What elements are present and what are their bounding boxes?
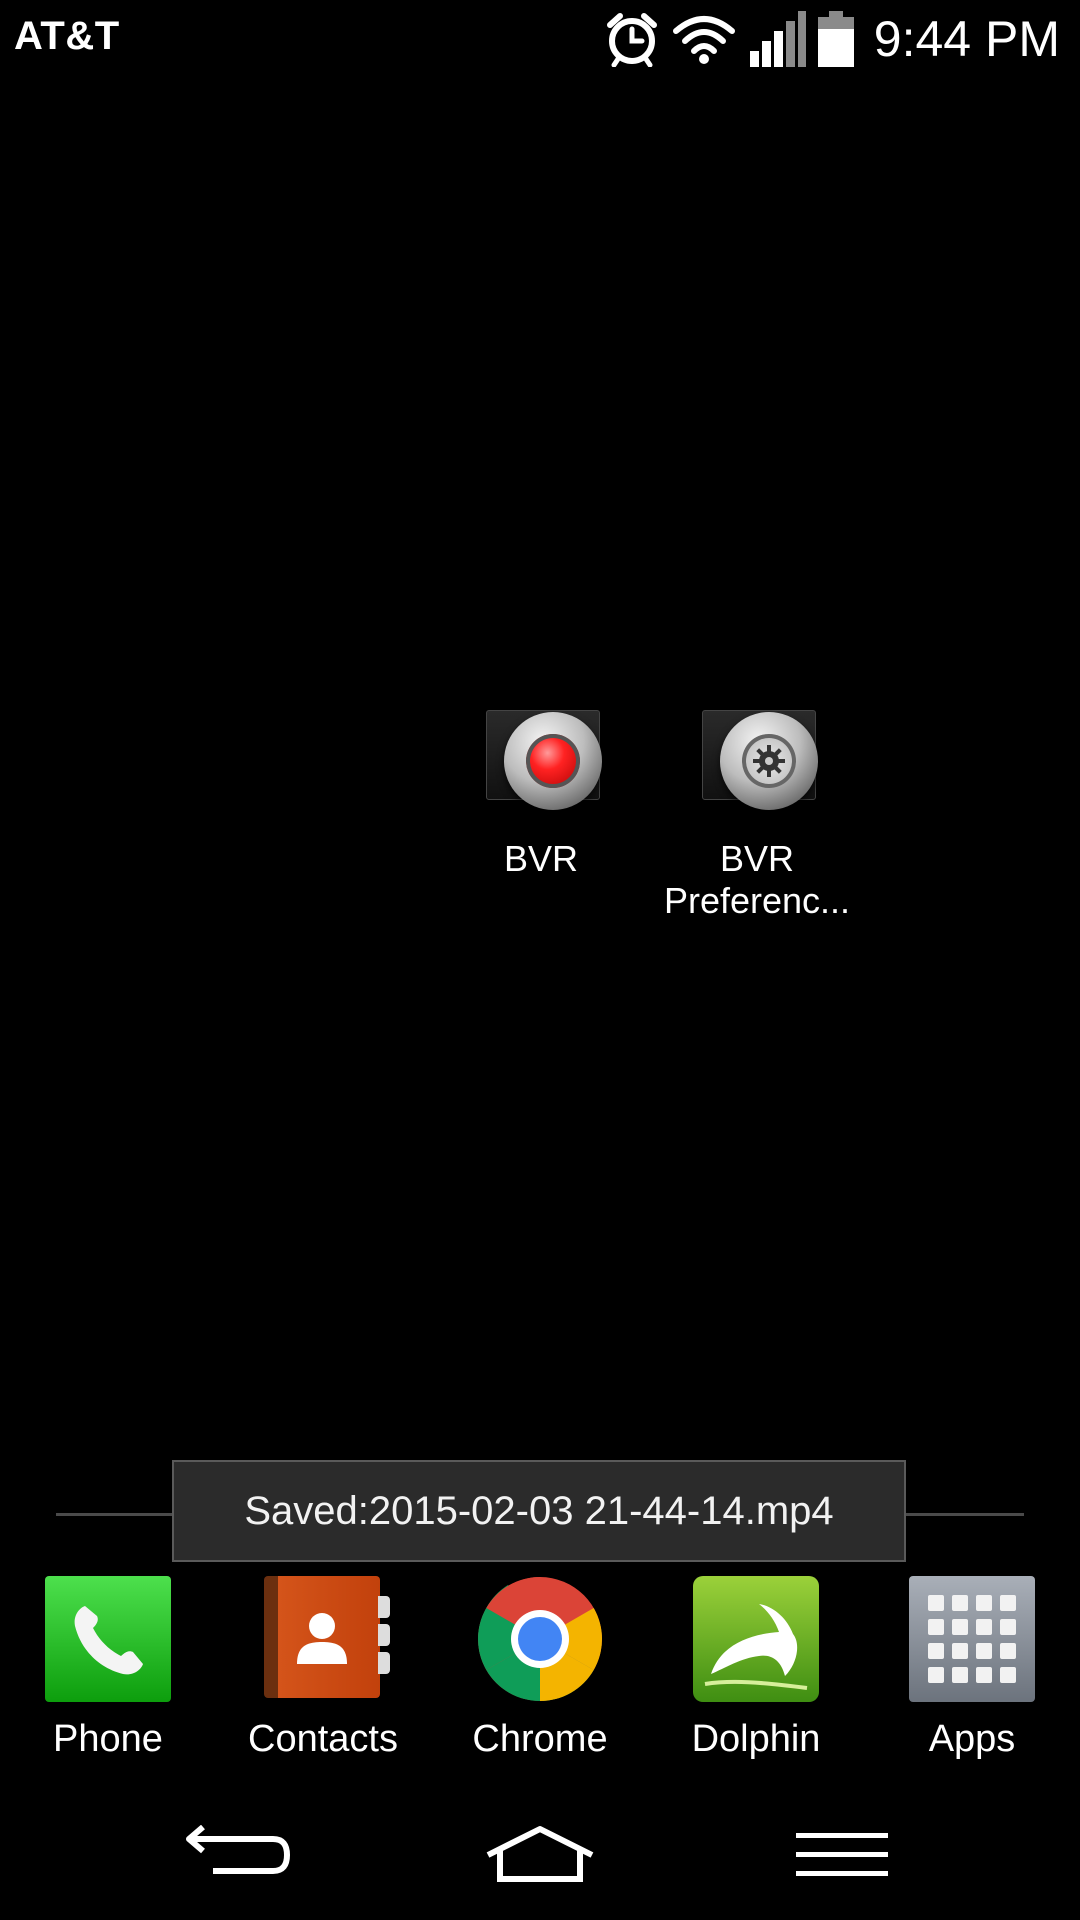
shortcut-label: BVR Preferenc... [657,838,857,922]
dock-item-chrome[interactable]: Chrome [440,1576,640,1761]
menu-button[interactable] [762,1812,922,1902]
status-bar: AT&T 9:44 PM [0,0,1080,78]
phone-icon [45,1576,171,1702]
dock-item-contacts[interactable]: Contacts [223,1576,423,1761]
shortcut-label-line2: Preferenc... [663,880,851,921]
home-button[interactable] [460,1812,620,1902]
shortcut-bvr[interactable]: BVR [441,710,641,880]
shortcut-label-line1: BVR [719,838,795,879]
dock-label: Phone [53,1718,163,1760]
signal-icon [748,11,806,67]
apps-grid-icon [909,1576,1035,1702]
dock-item-phone[interactable]: Phone [8,1576,208,1761]
dolphin-icon [693,1576,819,1702]
settings-gear-icon [657,710,857,820]
shortcut-label: BVR [503,838,579,879]
dock-item-apps[interactable]: Apps [872,1576,1072,1761]
status-icons: 9:44 PM [604,8,1060,70]
wifi-icon [672,13,736,65]
dock-label: Apps [928,1718,1016,1760]
chrome-icon [477,1576,603,1702]
dock-item-dolphin[interactable]: Dolphin [656,1576,856,1761]
shortcut-bvr-preferences[interactable]: BVR Preferenc... [657,710,857,922]
alarm-icon [604,11,660,67]
toast-message: Saved:2015-02-03 21-44-14.mp4 [172,1460,906,1562]
back-button[interactable] [158,1812,318,1902]
menu-icon [794,1830,890,1885]
home-icon [482,1825,598,1890]
dock-label: Chrome [472,1718,608,1760]
record-button-icon [441,710,641,820]
contacts-icon [260,1576,390,1702]
back-icon [183,1824,293,1890]
battery-icon [817,11,854,67]
dock-label: Contacts [248,1718,398,1760]
navigation-bar [0,1790,1080,1920]
dock-label: Dolphin [691,1718,821,1760]
status-time: 9:44 PM [873,11,1060,67]
carrier-name: AT&T [14,14,120,58]
